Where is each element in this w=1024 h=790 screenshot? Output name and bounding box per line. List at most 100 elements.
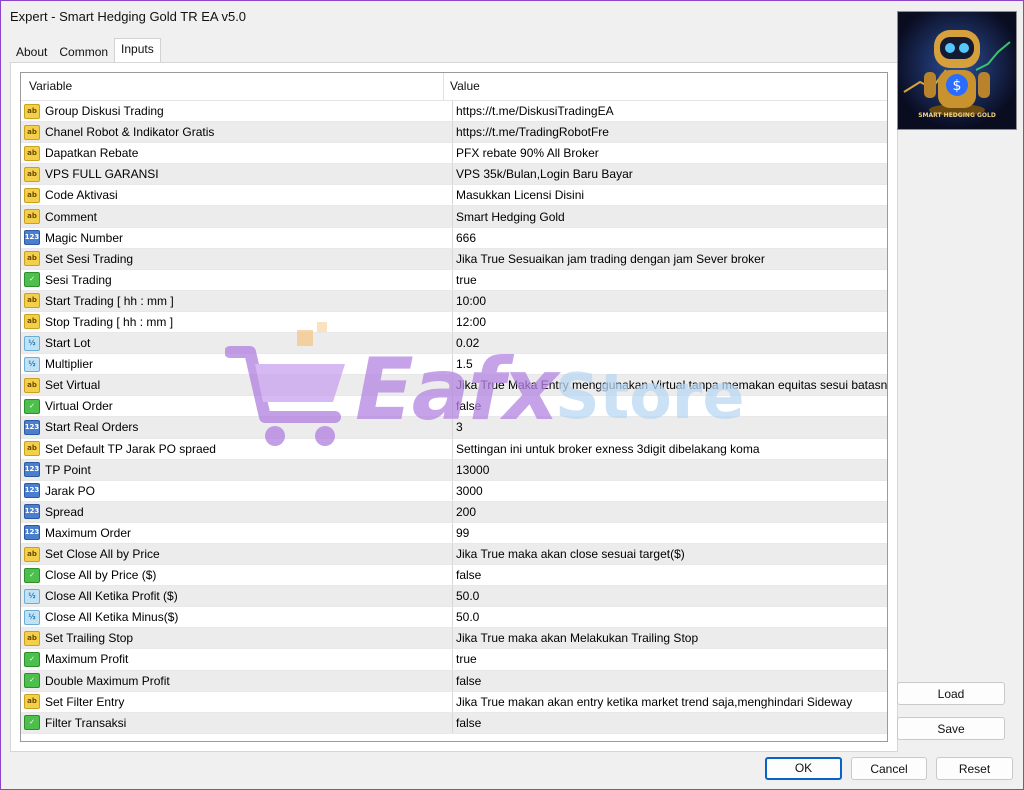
table-row[interactable]: 123 Magic Number 666 xyxy=(21,227,887,249)
table-row[interactable]: ✓ Close All by Price ($) false xyxy=(21,565,887,587)
value-cell[interactable]: Jika True Sesuaikan jam trading dengan j… xyxy=(453,252,887,266)
string-type-icon: ab xyxy=(24,145,40,161)
header-value[interactable]: Value xyxy=(444,73,887,100)
value-cell[interactable]: true xyxy=(453,273,887,287)
table-row[interactable]: ½ Multiplier 1.5 xyxy=(21,354,887,376)
variable-cell: 123 Jarak PO xyxy=(21,480,453,501)
string-type-icon: ab xyxy=(24,377,40,393)
string-type-icon: ab xyxy=(24,293,40,309)
table-row[interactable]: ab Set Default TP Jarak PO spraed Settinga… xyxy=(21,438,887,460)
variable-name: Maximum Profit xyxy=(45,652,129,667)
window-title: Expert - Smart Hedging Gold TR EA v5.0 xyxy=(10,9,247,24)
table-row[interactable]: ab Start Trading [ hh : mm ] 10:00 xyxy=(21,290,887,312)
reset-button[interactable]: Reset xyxy=(936,757,1013,780)
variable-cell: ½ Close All Ketika Minus($) xyxy=(21,607,453,628)
value-cell[interactable]: Jika True maka akan Melakukan Trailing S… xyxy=(453,631,887,645)
value-cell[interactable]: https://t.me/TradingRobotFre xyxy=(453,125,887,139)
table-row[interactable]: ab Dapatkan Rebate PFX rebate 90% All Brok… xyxy=(21,143,887,165)
tab-common[interactable]: Common xyxy=(53,40,114,62)
table-row[interactable]: 123 Jarak PO 3000 xyxy=(21,480,887,502)
header-variable[interactable]: Variable xyxy=(21,73,444,100)
value-cell[interactable]: 12:00 xyxy=(453,315,887,329)
value-cell[interactable]: Masukkan Licensi Disini xyxy=(453,188,887,202)
table-row[interactable]: 123 Start Real Orders 3 xyxy=(21,417,887,439)
integer-type-icon: 123 xyxy=(24,483,40,499)
value-cell[interactable]: 50.0 xyxy=(453,610,887,624)
value-cell[interactable]: PFX rebate 90% All Broker xyxy=(453,146,887,160)
integer-type-icon: 123 xyxy=(24,504,40,520)
tab-inputs[interactable]: Inputs xyxy=(114,38,161,62)
table-row[interactable]: 123 TP Point 13000 xyxy=(21,459,887,481)
save-button[interactable]: Save xyxy=(897,717,1005,740)
inputs-grid[interactable]: Variable Value ab Group Diskusi Trading ht… xyxy=(20,72,888,742)
value-cell[interactable]: 99 xyxy=(453,526,887,540)
value-cell[interactable]: 3000 xyxy=(453,484,887,498)
value-cell[interactable]: 13000 xyxy=(453,463,887,477)
variable-name: Multiplier xyxy=(45,357,94,372)
variable-name: Maximum Order xyxy=(45,525,132,540)
table-row[interactable]: ab VPS FULL GARANSI VPS 35k/Bulan,Login Ba… xyxy=(21,164,887,186)
table-row[interactable]: ab Set Close All by Price Jika True maka a… xyxy=(21,543,887,566)
value-cell[interactable]: VPS 35k/Bulan,Login Baru Bayar xyxy=(453,167,887,181)
table-row[interactable]: ½ Close All Ketika Profit ($) 50.0 xyxy=(21,586,887,608)
value-cell[interactable]: true xyxy=(453,652,887,666)
variable-cell: ½ Multiplier xyxy=(21,354,453,375)
tab-about[interactable]: About xyxy=(10,40,53,62)
value-cell[interactable]: 10:00 xyxy=(453,294,887,308)
boolean-type-icon: ✓ xyxy=(24,398,40,414)
table-row[interactable]: ab Comment Smart Hedging Gold xyxy=(21,206,887,228)
value-cell[interactable]: 1.5 xyxy=(453,357,887,371)
boolean-type-icon: ✓ xyxy=(24,715,40,731)
variable-name: Set Default TP Jarak PO spraed xyxy=(45,441,216,456)
variable-name: Set Virtual xyxy=(45,378,101,393)
table-row[interactable]: ✓ Double Maximum Profit false xyxy=(21,670,887,692)
string-type-icon: ab xyxy=(24,124,40,140)
table-row[interactable]: ✓ Virtual Order false xyxy=(21,396,887,418)
value-cell[interactable]: 0.02 xyxy=(453,336,887,350)
value-cell[interactable]: Settingan ini untuk broker exness 3digit… xyxy=(453,442,887,456)
variable-cell: ½ Close All Ketika Profit ($) xyxy=(21,586,453,607)
value-cell[interactable]: false xyxy=(453,674,887,688)
value-cell[interactable]: 50.0 xyxy=(453,589,887,603)
table-row[interactable]: ab Set Sesi Trading Jika True Sesuaikan ja… xyxy=(21,248,887,270)
value-cell[interactable]: Jika True maka akan close sesuai target(… xyxy=(453,547,887,561)
integer-type-icon: 123 xyxy=(24,525,40,541)
load-button[interactable]: Load xyxy=(897,682,1005,705)
variable-name: Chanel Robot & Indikator Gratis xyxy=(45,125,215,140)
variable-name: Comment xyxy=(45,209,98,224)
value-cell[interactable]: Jika True Maka Entry menggunakan Virtual… xyxy=(453,378,887,392)
table-row[interactable]: 123 Spread 200 xyxy=(21,501,887,523)
table-row[interactable]: ab Group Diskusi Trading https://t.me/Disk… xyxy=(21,101,887,123)
variable-cell: 123 Maximum Order xyxy=(21,522,453,543)
value-cell[interactable]: false xyxy=(453,568,887,582)
table-row[interactable]: ab Chanel Robot & Indikator Gratis https:/… xyxy=(21,122,887,144)
value-cell[interactable]: false xyxy=(453,399,887,413)
table-row[interactable]: ab Set Trailing Stop Jika True maka akan M… xyxy=(21,628,887,650)
table-row[interactable]: ✓ Maximum Profit true xyxy=(21,649,887,671)
value-cell[interactable]: 666 xyxy=(453,231,887,245)
value-cell[interactable]: 200 xyxy=(453,505,887,519)
table-row[interactable]: ½ Start Lot 0.02 xyxy=(21,333,887,355)
cancel-button[interactable]: Cancel xyxy=(851,757,927,780)
variable-name: Start Trading [ hh : mm ] xyxy=(45,293,174,308)
table-row[interactable]: ab Code Aktivasi Masukkan Licensi Disini xyxy=(21,185,887,207)
variable-cell: 123 Spread xyxy=(21,501,453,522)
value-cell[interactable]: 3 xyxy=(453,420,887,434)
value-cell[interactable]: https://t.me/DiskusiTradingEA xyxy=(453,104,887,118)
table-row[interactable]: ½ Close All Ketika Minus($) 50.0 xyxy=(21,607,887,629)
ok-button[interactable]: OK xyxy=(765,757,842,780)
table-row[interactable]: 123 Maximum Order 99 xyxy=(21,522,887,544)
double-type-icon: ½ xyxy=(24,335,40,351)
value-cell[interactable]: Smart Hedging Gold xyxy=(453,210,887,224)
boolean-type-icon: ✓ xyxy=(24,673,40,689)
table-row[interactable]: ✓ Filter Transaksi false xyxy=(21,712,887,734)
tab-bar: About Common Inputs xyxy=(10,38,161,62)
table-row[interactable]: ab Set Filter Entry Jika True makan akan e… xyxy=(21,691,887,713)
variable-name: Set Trailing Stop xyxy=(45,631,134,646)
table-row[interactable]: ✓ Sesi Trading true xyxy=(21,269,887,291)
variable-name: VPS FULL GARANSI xyxy=(45,167,159,182)
value-cell[interactable]: Jika True makan akan entry ketika market… xyxy=(453,695,887,709)
table-row[interactable]: ab Stop Trading [ hh : mm ] 12:00 xyxy=(21,311,887,334)
table-row[interactable]: ab Set Virtual Jika True Maka Entry menggu… xyxy=(21,375,887,397)
value-cell[interactable]: false xyxy=(453,716,887,730)
